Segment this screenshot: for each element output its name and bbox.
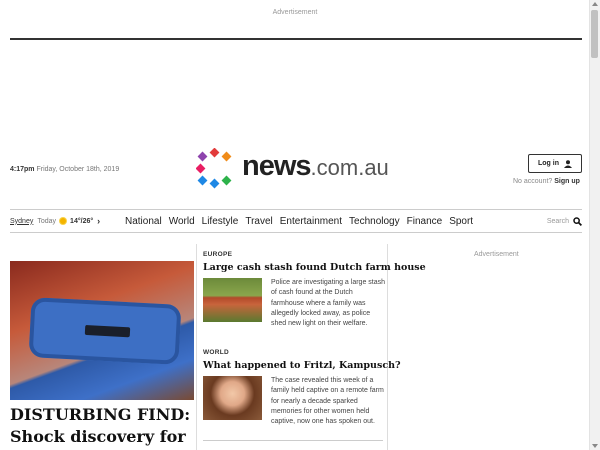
login-button[interactable]: Log in: [528, 154, 582, 173]
nav-link-national[interactable]: National: [125, 216, 162, 227]
hero-story-image[interactable]: [10, 261, 194, 400]
story-card: [203, 440, 383, 443]
story-headline[interactable]: Large cash stash found Dutch farm house: [203, 262, 426, 273]
top-ad-label: Advertisement: [272, 9, 318, 16]
top-advertisement: Advertisement: [0, 0, 590, 40]
story-card[interactable]: WORLD What happened to Fritzl, Kampusch?…: [203, 349, 401, 425]
signup-link[interactable]: Sign up: [554, 178, 580, 185]
column-divider: [196, 244, 197, 450]
weather-widget[interactable]: Sydney Today 14°/26° ›: [10, 216, 125, 226]
scroll-down-arrow-icon[interactable]: [592, 444, 598, 448]
story-card[interactable]: EUROPE Large cash stash found Dutch farm…: [203, 251, 426, 327]
search-button[interactable]: Search: [546, 216, 582, 226]
search-label: Search: [546, 217, 569, 225]
current-date: Friday, October 18th, 2019: [36, 166, 120, 173]
weather-temps: 14°/26°: [70, 217, 94, 225]
search-icon: [573, 216, 582, 226]
story-thumbnail[interactable]: [203, 376, 262, 420]
column-divider: [387, 244, 388, 450]
usb-device-image: [28, 297, 182, 365]
nav-link-sport[interactable]: Sport: [449, 216, 473, 227]
no-account-text: No account? Sign up: [513, 178, 580, 185]
story-blurb: Police are investigating a large stash o…: [271, 279, 386, 328]
chevron-right-icon[interactable]: ›: [97, 216, 100, 226]
story-category[interactable]: WORLD: [203, 349, 383, 356]
weather-day: Today: [37, 217, 57, 225]
header-divider: [10, 38, 582, 40]
scroll-up-arrow-icon[interactable]: [592, 2, 598, 6]
user-icon: [564, 159, 572, 168]
dateline: 4:17pm Friday, October 18th, 2019: [10, 166, 119, 173]
story-thumbnail[interactable]: [203, 278, 262, 322]
logo-text: news.com.au: [242, 150, 389, 182]
no-account-label: No account?: [513, 178, 553, 185]
story-headline[interactable]: What happened to Fritzl, Kampusch?: [203, 360, 401, 371]
nav-link-travel[interactable]: Travel: [245, 216, 272, 227]
current-time: 4:17pm: [10, 166, 35, 173]
nav-link-entertainment[interactable]: Entertainment: [280, 216, 342, 227]
hero-story-headline[interactable]: DISTURBING FIND: Shock discovery for: [10, 404, 194, 448]
weather-city[interactable]: Sydney: [10, 218, 33, 225]
nav-link-technology[interactable]: Technology: [349, 216, 400, 227]
nav-link-lifestyle[interactable]: Lifestyle: [202, 216, 239, 227]
login-label: Log in: [538, 160, 559, 167]
story-category[interactable]: EUROPE: [203, 251, 383, 258]
scroll-thumb[interactable]: [591, 10, 598, 58]
page-scrollbar[interactable]: [589, 0, 600, 450]
main-navigation: Sydney Today 14°/26° › National World Li…: [10, 209, 582, 233]
side-ad-label: Advertisement: [474, 251, 519, 258]
sun-icon: [60, 218, 67, 224]
logo-dots-icon: [195, 147, 232, 189]
nav-link-finance[interactable]: Finance: [407, 216, 443, 227]
nav-links: National World Lifestyle Travel Entertai…: [125, 216, 480, 227]
site-logo[interactable]: news.com.au: [195, 147, 401, 190]
nav-link-world[interactable]: World: [169, 216, 195, 227]
story-blurb: The case revealed this week of a family …: [271, 377, 384, 426]
